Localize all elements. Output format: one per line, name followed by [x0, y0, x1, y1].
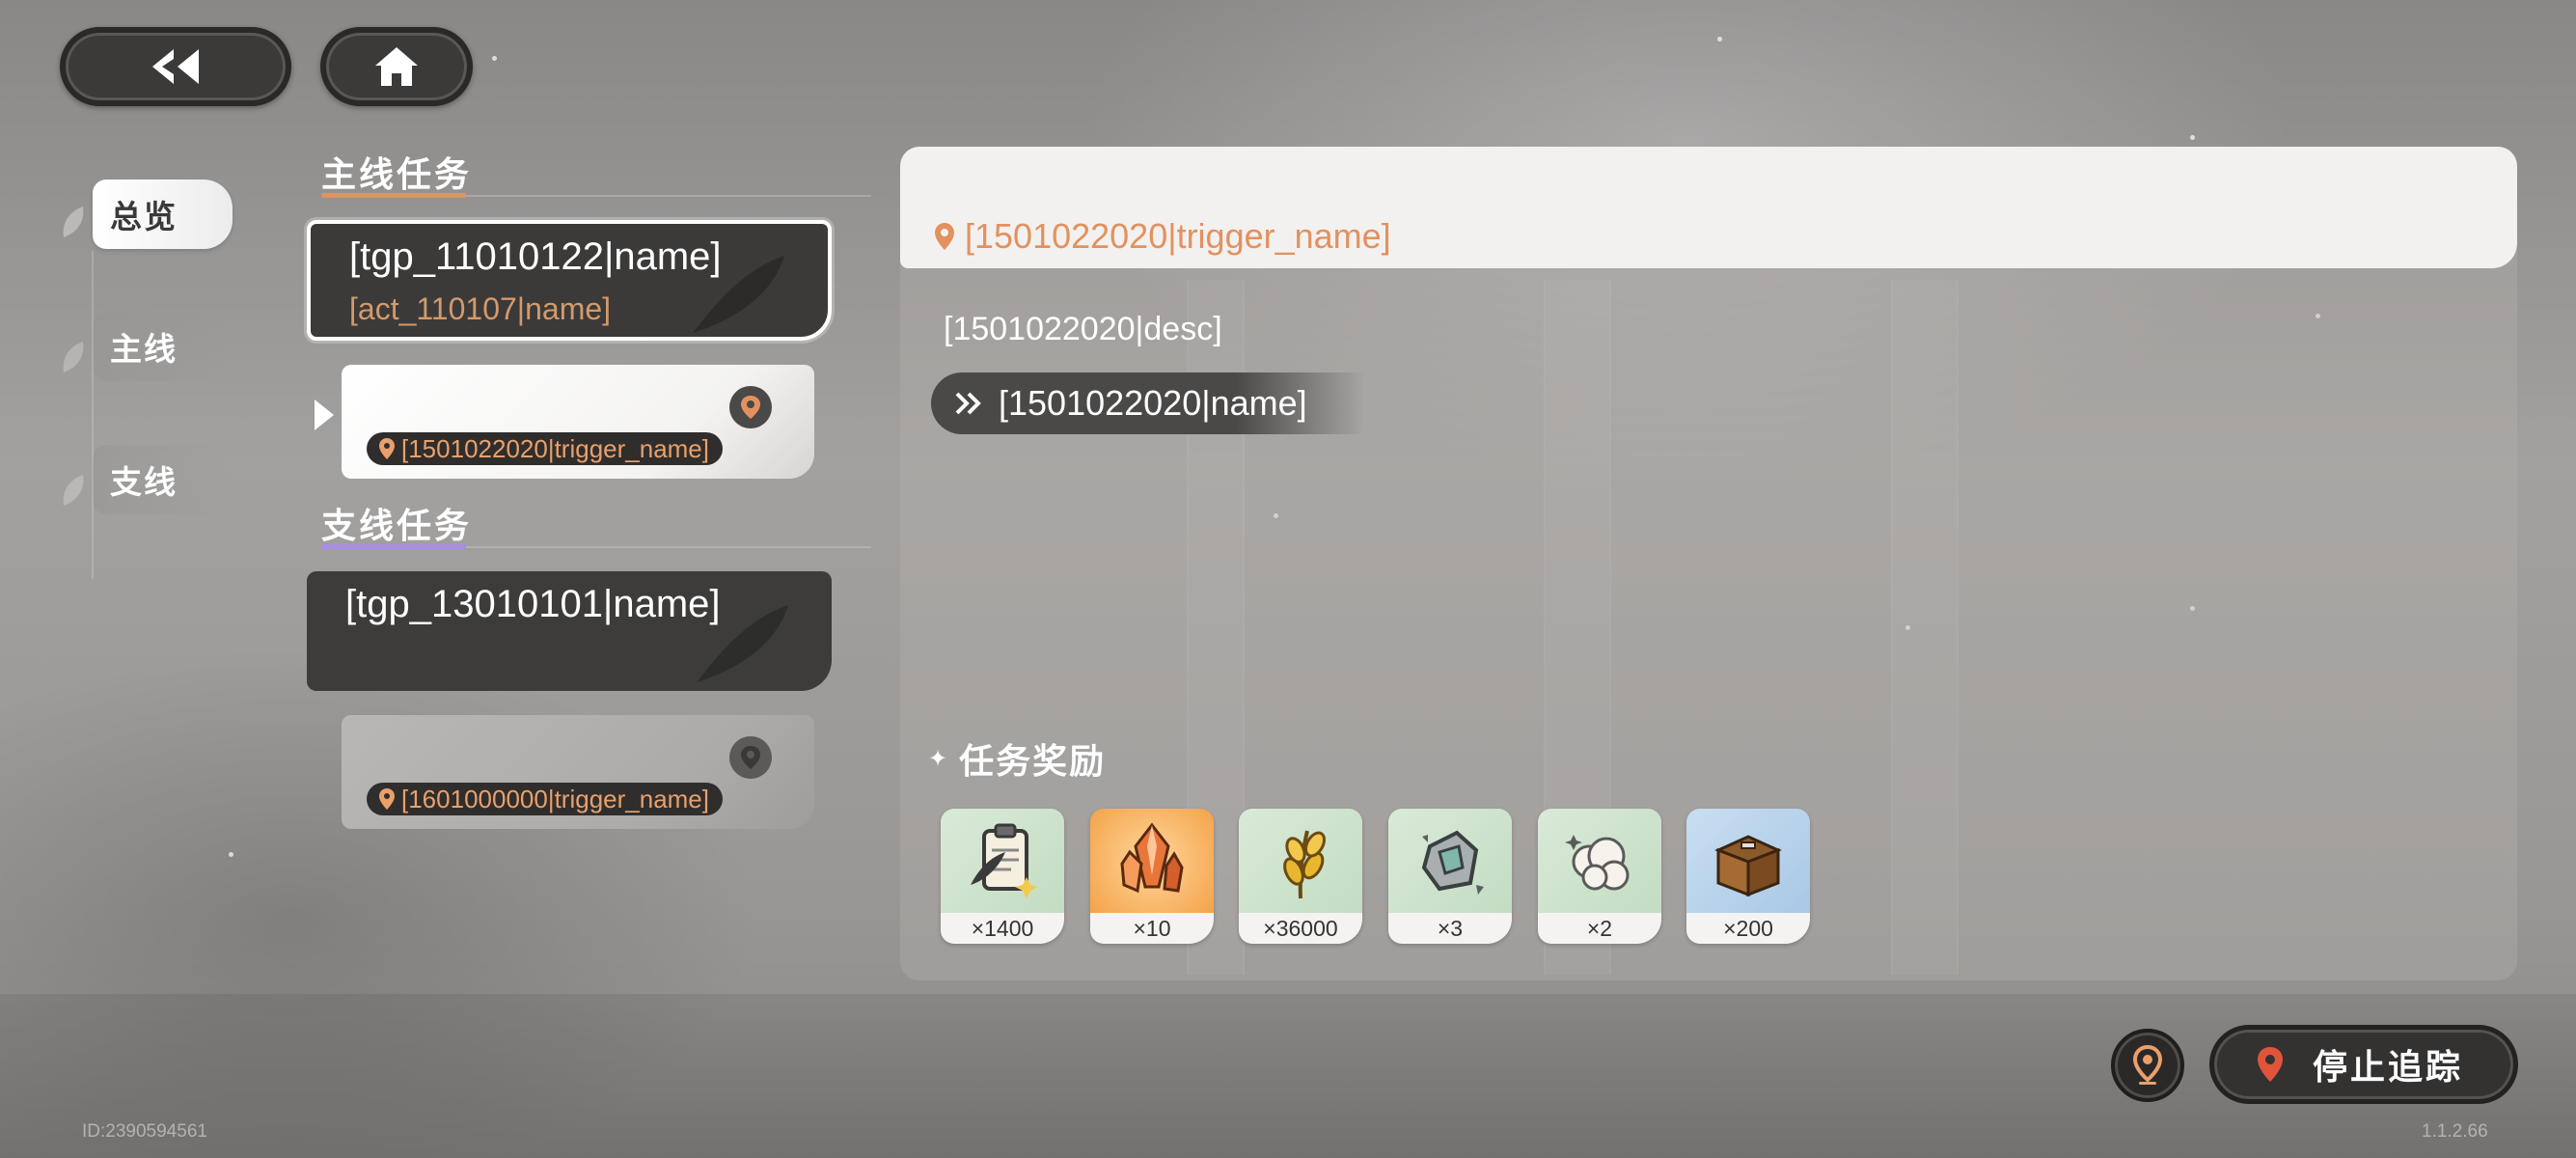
double-chevron-left-icon: [152, 49, 199, 84]
reward-count: ×1400: [941, 913, 1064, 944]
side-trigger-card[interactable]: [1601000000|trigger_name]: [342, 715, 814, 829]
rewards-title-text: 任务奖励: [959, 742, 1107, 782]
divider: [466, 546, 871, 548]
tab-label: 主线: [110, 330, 178, 368]
sparkle: [492, 56, 497, 61]
background-floor: [0, 994, 2576, 1158]
pin-icon: [379, 788, 395, 810]
side-quest-title: [tgp_13010101|name]: [345, 583, 721, 625]
main-quests-title: 主线任务: [321, 155, 473, 195]
side-quest-card[interactable]: [tgp_13010101|name]: [307, 571, 832, 691]
pin-icon: [379, 438, 395, 459]
reward-item[interactable]: ×10: [1090, 809, 1214, 944]
reward-item[interactable]: ×1400: [941, 809, 1064, 944]
sparkle: [1717, 37, 1722, 41]
side-quests-title: 支线任务: [321, 507, 473, 546]
home-icon: [375, 47, 418, 86]
reward-count: ×2: [1538, 913, 1661, 944]
detail-description: [1501022020|desc]: [944, 311, 1222, 347]
reward-count: ×36000: [1239, 913, 1362, 944]
pin-icon: [935, 223, 954, 250]
user-id: ID:2390594561: [82, 1121, 207, 1142]
divider: [466, 195, 871, 197]
cotton-cloud-icon: [1538, 809, 1661, 913]
golden-wheat-icon: [1239, 809, 1362, 913]
main-quests-underline: [321, 193, 466, 198]
back-button[interactable]: [60, 27, 291, 106]
tab-label: 总览: [110, 198, 178, 235]
main-quest-card[interactable]: [tgp_11010122|name] [act_110107|name]: [307, 220, 832, 341]
tab-rail: [92, 251, 94, 579]
leaf-icon: [63, 207, 84, 237]
ore-stone-icon: [1388, 809, 1512, 913]
leaf-icon: [63, 475, 84, 506]
detail-trigger: [1501022020|trigger_name]: [934, 216, 1391, 257]
tab-overview[interactable]: 总览: [93, 179, 233, 249]
trigger-pill: [1501022020|trigger_name]: [367, 432, 723, 465]
selection-arrow-icon: [315, 400, 334, 430]
main-quest-title: [tgp_11010122|name]: [349, 235, 722, 278]
location-pin-icon: [729, 736, 772, 779]
reward-count: ×10: [1090, 913, 1214, 944]
location-pin-icon: [2258, 1047, 2283, 1082]
reward-count: ×200: [1686, 913, 1810, 944]
leaf-icon: [63, 342, 84, 372]
rewards-title: ✦ 任务奖励: [928, 733, 1106, 784]
locate-button[interactable]: [2111, 1029, 2184, 1102]
detail-step: [1501022020|name]: [931, 372, 1365, 434]
stop-tracking-button[interactable]: 停止追踪: [2209, 1025, 2518, 1104]
location-pin-icon: [729, 386, 772, 428]
detail-trigger-name: [1501022020|trigger_name]: [965, 216, 1391, 256]
reward-item[interactable]: ×3: [1388, 809, 1512, 944]
sparkle: [2190, 135, 2195, 140]
reward-count: ×3: [1388, 913, 1512, 944]
reward-item[interactable]: ×200: [1686, 809, 1810, 944]
main-trigger-card[interactable]: [1501022020|trigger_name]: [342, 365, 814, 479]
trigger-pill: [1601000000|trigger_name]: [367, 783, 723, 815]
tab-main[interactable]: 主线: [93, 312, 233, 381]
double-chevron-right-icon: [955, 392, 981, 415]
wooden-chest-icon: [1686, 809, 1810, 913]
clipboard-quill-icon: [941, 809, 1064, 913]
side-quests-underline: [321, 544, 466, 549]
stop-tracking-label: 停止追踪: [2313, 1048, 2464, 1088]
tab-label: 支线: [110, 463, 178, 501]
trigger-name: [1501022020|trigger_name]: [401, 433, 709, 463]
main-quest-subtitle: [act_110107|name]: [349, 291, 612, 326]
sparkle: [229, 852, 233, 857]
version-label: 1.1.2.66: [2422, 1121, 2488, 1142]
map-pin-icon: [2132, 1045, 2163, 1085]
crystal-cluster-icon: [1090, 809, 1214, 913]
reward-item[interactable]: ×36000: [1239, 809, 1362, 944]
sparkle-icon: ✦: [928, 745, 950, 772]
home-button[interactable]: [320, 27, 473, 106]
reward-item[interactable]: ×2: [1538, 809, 1661, 944]
tab-side[interactable]: 支线: [93, 445, 233, 514]
detail-step-name: [1501022020|name]: [999, 383, 1307, 423]
trigger-name: [1601000000|trigger_name]: [401, 784, 709, 813]
